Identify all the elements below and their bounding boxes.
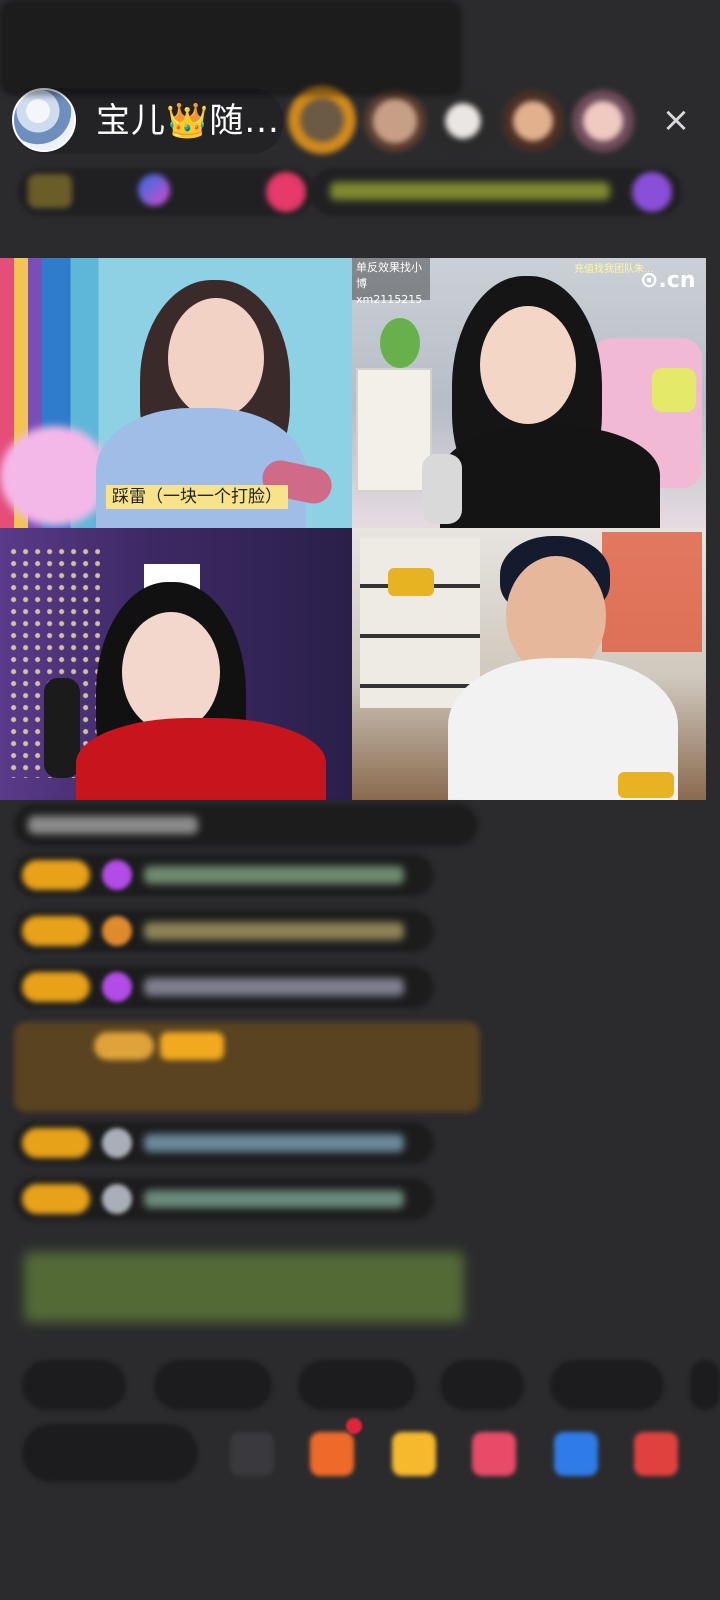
system-text-blur bbox=[24, 1252, 464, 1322]
chat-text-blur bbox=[28, 816, 198, 834]
stream-tag-line2: xm2115215 bbox=[356, 293, 423, 306]
decor-shelf bbox=[360, 538, 480, 708]
quick-reply-chip[interactable] bbox=[22, 1360, 126, 1410]
viewer-avatar[interactable] bbox=[432, 90, 494, 152]
system-message bbox=[0, 0, 462, 96]
gem-icon bbox=[102, 916, 132, 946]
host-name[interactable]: 宝儿👑随... bbox=[96, 100, 282, 142]
video-tile-bottom-right[interactable] bbox=[352, 528, 706, 800]
heart-icon bbox=[266, 172, 306, 212]
body bbox=[76, 718, 326, 800]
viewer-avatar[interactable] bbox=[502, 90, 564, 152]
viewer-avatar[interactable] bbox=[572, 90, 634, 152]
decor-board bbox=[356, 368, 432, 492]
close-icon[interactable]: × bbox=[656, 100, 696, 140]
host-name-text: 宝儿 bbox=[96, 101, 166, 141]
stream-logo: ⊙.cn bbox=[640, 268, 696, 293]
game-icon[interactable] bbox=[554, 1432, 598, 1476]
stream-tag: 单反效果找小博 xm2115215 bbox=[352, 258, 430, 306]
video-tile-bottom-left[interactable] bbox=[0, 528, 352, 800]
host-name-suffix: 随... bbox=[209, 101, 280, 141]
activity-icon bbox=[632, 172, 672, 212]
chat-text-blur bbox=[144, 1190, 404, 1208]
avatar bbox=[102, 1128, 132, 1158]
user-level-badge bbox=[22, 972, 90, 1002]
gift-message-badge bbox=[160, 1032, 224, 1060]
gift-message-badge bbox=[94, 1032, 154, 1060]
decor-wall-art bbox=[602, 532, 702, 652]
stream-tag-line1: 单反效果找小博 bbox=[356, 261, 422, 290]
heart-gift-icon[interactable] bbox=[472, 1432, 516, 1476]
host-avatar[interactable] bbox=[12, 88, 76, 152]
notification-dot bbox=[346, 1418, 362, 1434]
decor-pillow bbox=[652, 368, 696, 412]
badge-logo bbox=[388, 568, 434, 596]
decor-plant bbox=[380, 318, 420, 368]
chat-text-blur bbox=[144, 978, 404, 996]
quick-reply-chip[interactable] bbox=[298, 1360, 416, 1410]
badge-logo bbox=[618, 772, 674, 798]
face bbox=[168, 298, 264, 418]
activity-text-blur bbox=[330, 182, 610, 200]
user-level-badge bbox=[22, 860, 90, 890]
body bbox=[440, 426, 660, 528]
chat-text-blur bbox=[144, 866, 404, 884]
rank-icon bbox=[28, 174, 72, 208]
chat-text-blur bbox=[144, 922, 404, 940]
gem-icon bbox=[102, 972, 132, 1002]
microphone bbox=[44, 678, 80, 778]
gift-message[interactable] bbox=[14, 1022, 480, 1112]
gift-icon bbox=[138, 174, 170, 206]
gem-icon bbox=[102, 860, 132, 890]
gift-box-icon[interactable] bbox=[310, 1432, 354, 1476]
face bbox=[122, 612, 220, 732]
quick-reply-chip[interactable] bbox=[154, 1360, 272, 1410]
avatar bbox=[102, 1184, 132, 1214]
user-level-badge bbox=[22, 916, 90, 946]
face bbox=[480, 306, 576, 424]
chat-text-blur bbox=[144, 1134, 404, 1152]
user-level-badge bbox=[22, 1184, 90, 1214]
share-icon[interactable] bbox=[230, 1432, 274, 1476]
crown-icon: 👑 bbox=[166, 101, 210, 141]
video-caption: 踩雷（一块一个打脸） bbox=[106, 485, 288, 509]
decor-cloud bbox=[0, 426, 110, 526]
comment-input[interactable] bbox=[22, 1424, 198, 1482]
quick-reply-chip[interactable] bbox=[550, 1360, 664, 1410]
gift-icon[interactable] bbox=[392, 1432, 436, 1476]
quick-reply-chip[interactable] bbox=[690, 1360, 720, 1410]
microphone bbox=[422, 454, 462, 524]
viewer-avatar[interactable] bbox=[288, 86, 356, 154]
user-level-badge bbox=[22, 1128, 90, 1158]
quick-reply-chip[interactable] bbox=[440, 1360, 524, 1410]
more-gifts-icon[interactable] bbox=[634, 1432, 678, 1476]
viewer-avatar[interactable] bbox=[364, 90, 426, 152]
